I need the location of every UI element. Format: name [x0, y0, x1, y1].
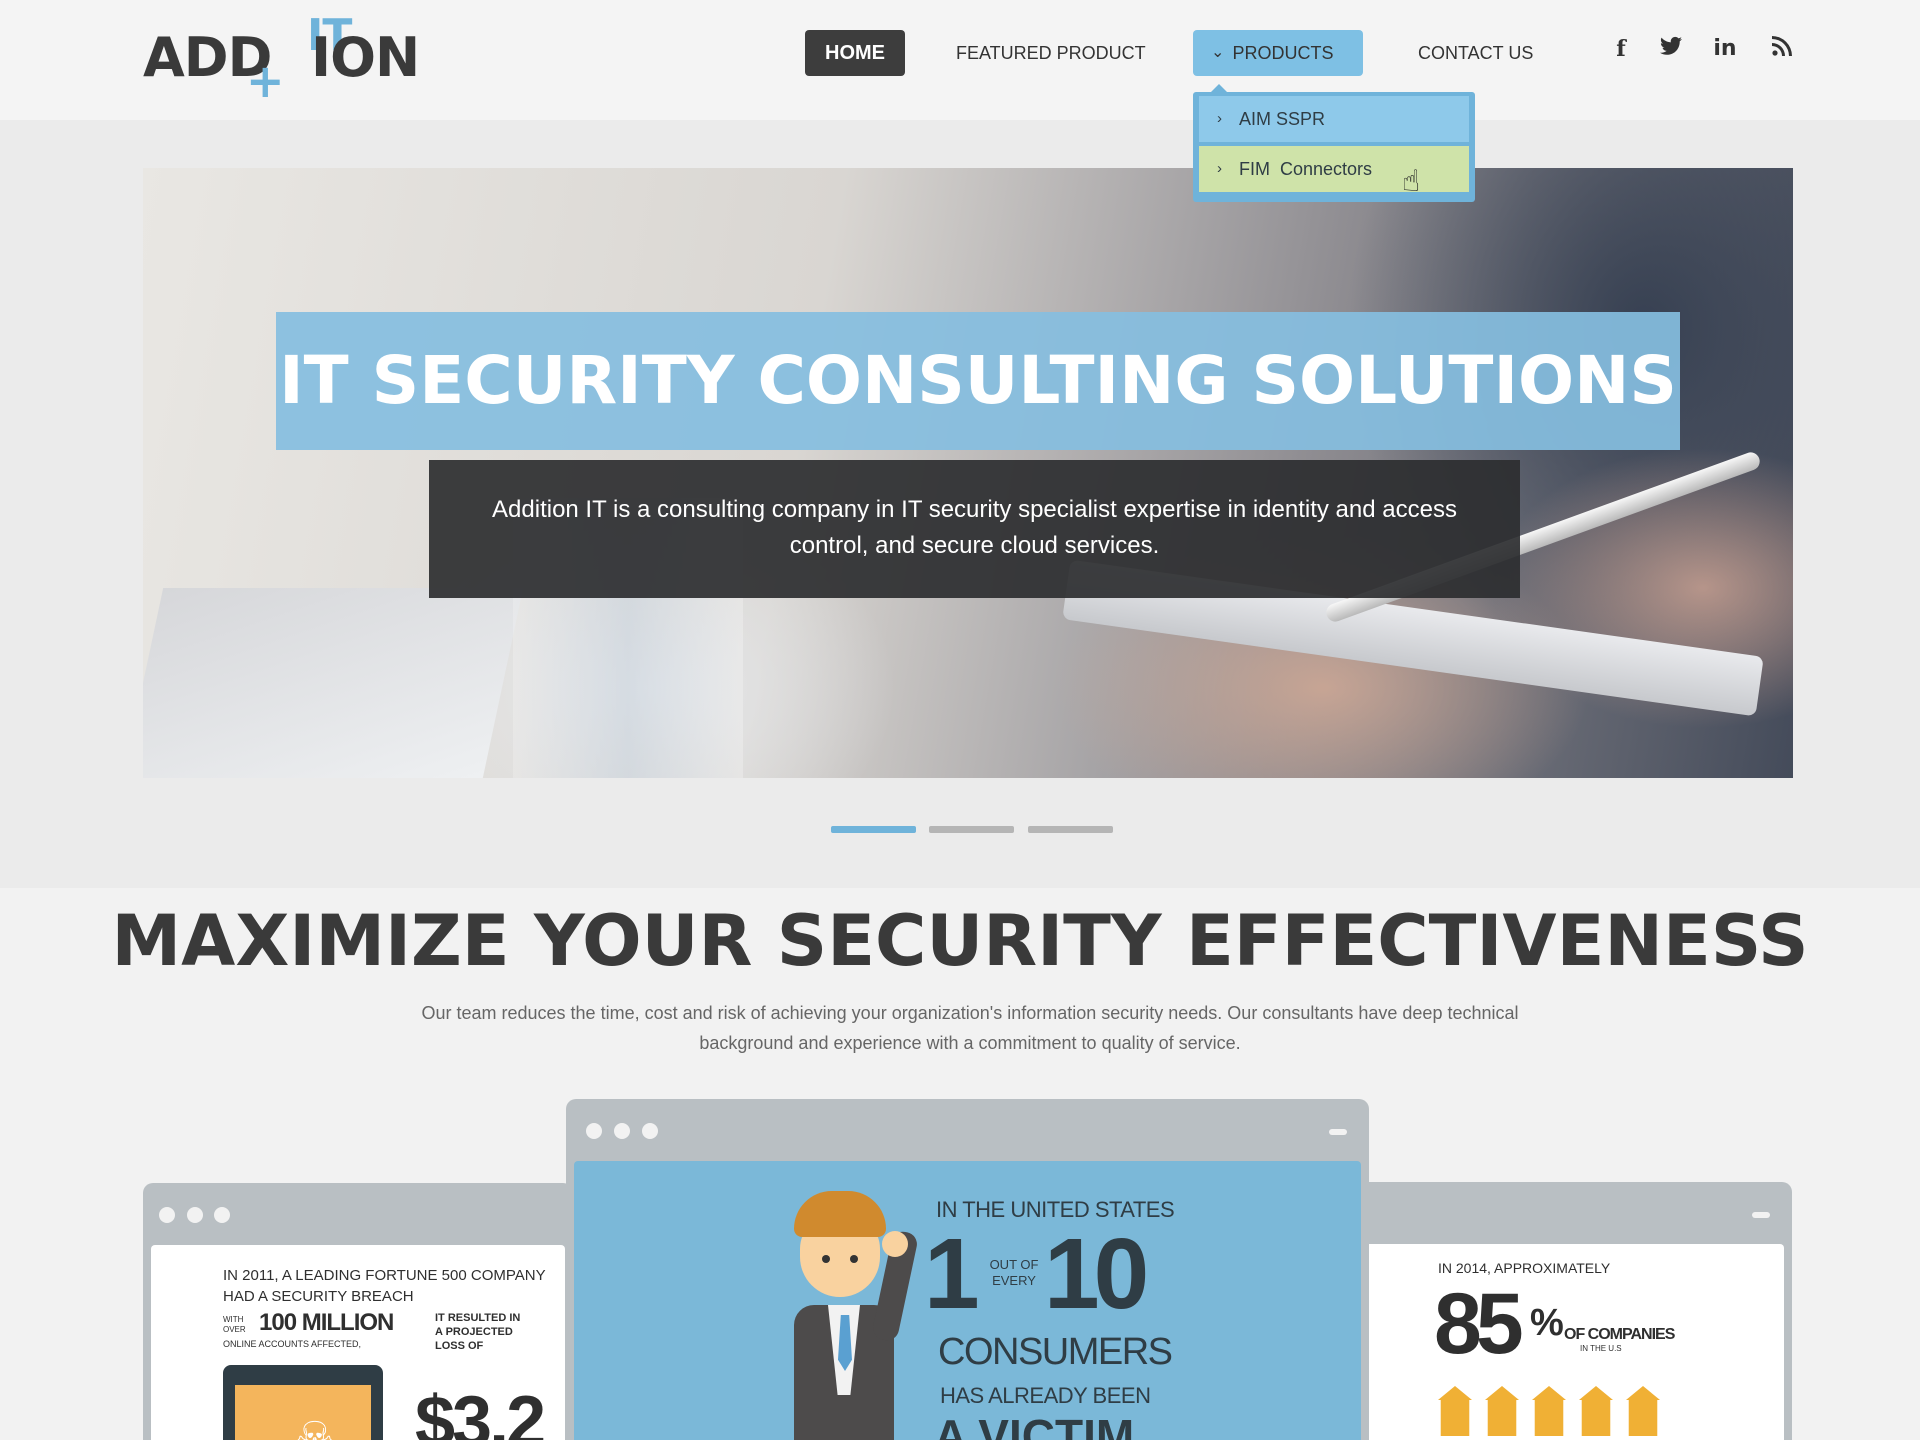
stat-ten: 10	[1044, 1218, 1149, 1330]
building-icon	[1485, 1386, 1519, 1436]
accounts-affected-label: ONLINE ACCOUNTS AFFECTED,	[223, 1339, 362, 1349]
linkedin-icon[interactable]: in	[1710, 36, 1740, 61]
building-icon	[1438, 1386, 1472, 1436]
window-minimize-icon	[1329, 1129, 1347, 1135]
breach-headline: IN 2011, A LEADING FORTUNE 500 COMPANY H…	[223, 1267, 546, 1305]
consumers-label: CONSUMERS	[938, 1331, 1173, 1373]
infographic-screen-center: IN THE UNITED STATES 1 OUT OF EVERY 10 C…	[574, 1161, 1361, 1440]
chevron-right-icon: ›	[1217, 160, 1222, 177]
site-header: ADD + IT ION ION HOME FEATURED PRODUCT ⌄…	[0, 0, 1920, 120]
hand-cursor-icon: ☝	[1402, 165, 1421, 198]
logo-plus: +	[246, 54, 285, 108]
hero-description-banner: Addition IT is a consulting company in I…	[429, 460, 1520, 598]
victim-label: A VICTIM	[934, 1410, 1135, 1440]
chevron-right-icon: ›	[1217, 110, 1222, 127]
projected-loss-label: IT RESULTED IN A PROJECTED LOSS OF	[435, 1312, 521, 1352]
facebook-icon[interactable]: f	[1606, 36, 1636, 62]
menu-item-label: AIM SSPR	[1239, 109, 1326, 129]
menu-item-fim-connectors[interactable]: › FIM Connectors	[1199, 146, 1469, 192]
out-of-every-label: OUT OF EVERY	[989, 1257, 1039, 1288]
nav-products[interactable]: ⌄ PRODUCTS	[1193, 30, 1363, 76]
percent-sign: %	[1530, 1302, 1564, 1344]
stat-85: 85	[1434, 1276, 1524, 1372]
slider-dot-3[interactable]	[1028, 826, 1113, 833]
slider-dot-2[interactable]	[929, 826, 1014, 833]
skull-icon: ☠	[295, 1414, 335, 1440]
building-icon	[1532, 1386, 1566, 1436]
window-dot	[586, 1123, 602, 1139]
window-dot	[214, 1207, 230, 1223]
hero-title: IT SECURITY CONSULTING SOLUTIONS	[279, 342, 1677, 419]
man-eye	[822, 1255, 830, 1263]
nav-featured-product[interactable]: FEATURED PRODUCT	[956, 30, 1146, 76]
hero-laptop-shape	[143, 588, 524, 778]
chevron-down-icon: ⌄	[1211, 44, 1225, 61]
has-been-label: HAS ALREADY BEEN	[940, 1383, 1151, 1408]
infographic-window-right: IN 2014, APPROXIMATELY 85 % OF COMPANIES…	[1350, 1182, 1792, 1440]
window-dot	[614, 1123, 630, 1139]
rss-icon[interactable]	[1767, 36, 1797, 62]
nav-home[interactable]: HOME	[805, 30, 905, 76]
infographic-window-left: IN 2011, A LEADING FORTUNE 500 COMPANY H…	[143, 1183, 573, 1440]
loss-amount: $3.2	[415, 1382, 546, 1440]
stat-one: 1	[924, 1218, 980, 1330]
twitter-icon[interactable]	[1656, 36, 1686, 62]
man-hand	[882, 1231, 908, 1257]
building-icon	[1626, 1386, 1660, 1436]
man-eye	[850, 1255, 858, 1263]
section-title: MAXIMIZE YOUR SECURITY EFFECTIVENESS	[111, 900, 1809, 982]
nav-contact-us[interactable]: CONTACT US	[1418, 30, 1533, 76]
logo-part-ion-visible: ION	[311, 26, 420, 89]
hero-description: Addition IT is a consulting company in I…	[492, 496, 1457, 559]
infographic-screen-right: IN 2014, APPROXIMATELY 85 % OF COMPANIES…	[1358, 1244, 1784, 1440]
section-subtitle: Our team reduces the time, cost and risk…	[421, 1003, 1519, 1053]
menu-item-aim-sspr[interactable]: › AIM SSPR	[1199, 96, 1469, 142]
window-dot	[187, 1207, 203, 1223]
laptop-illustration: ☠	[223, 1365, 383, 1440]
window-dot	[159, 1207, 175, 1223]
worried-man-illustration	[786, 1191, 926, 1440]
companies-label: OF COMPANIES	[1564, 1326, 1675, 1343]
in-us-small-label: IN THE U.S	[1580, 1344, 1622, 1353]
infographic-window-center: IN THE UNITED STATES 1 OUT OF EVERY 10 C…	[566, 1099, 1369, 1440]
laptop-screen: ☠	[235, 1385, 371, 1440]
menu-item-label: FIM Connectors	[1239, 159, 1373, 179]
window-minimize-icon	[1752, 1212, 1770, 1218]
with-over-label: WITH OVER	[223, 1315, 246, 1334]
infographic-screen-left: IN 2011, A LEADING FORTUNE 500 COMPANY H…	[151, 1245, 565, 1440]
slider-dot-1[interactable]	[831, 826, 916, 833]
hundred-million-stat: 100 MILLION	[259, 1309, 394, 1336]
nav-products-label: PRODUCTS	[1232, 43, 1334, 63]
products-dropdown-menu: › AIM SSPR › FIM Connectors	[1193, 84, 1475, 202]
building-icon	[1579, 1386, 1613, 1436]
window-dot	[642, 1123, 658, 1139]
man-hair	[794, 1191, 886, 1237]
hero-title-banner: IT SECURITY CONSULTING SOLUTIONS	[276, 312, 1680, 450]
